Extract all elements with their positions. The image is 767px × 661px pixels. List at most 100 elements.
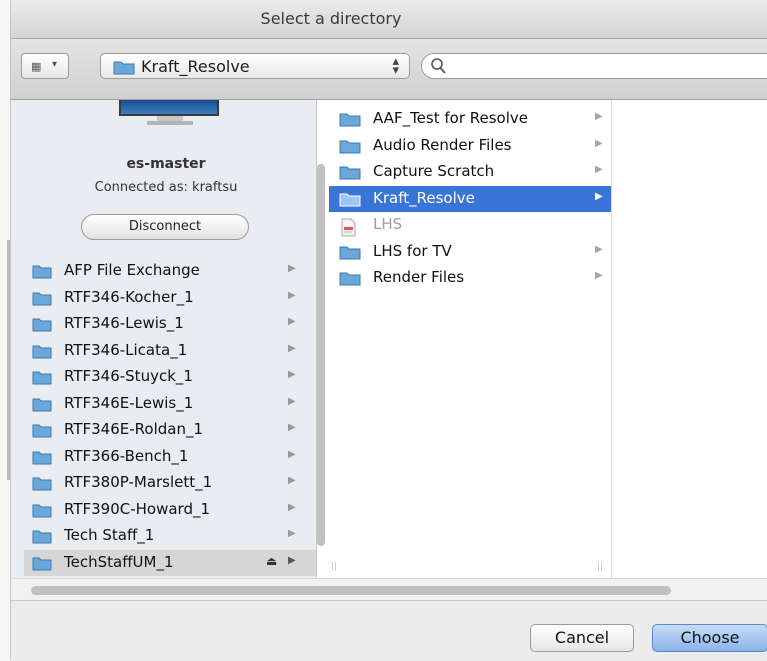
disclosure-arrow-icon: ▶ [288,448,296,460]
horizontal-scrollbar[interactable] [11,578,767,601]
list-item[interactable]: AAF_Test for Resolve ▶ [329,106,611,133]
list-item-label: AAF_Test for Resolve [373,109,529,127]
file-browser: es-master Connected as: kraftsu Disconne… [11,100,767,601]
list-item-label: LHS [373,215,403,233]
title-bar[interactable]: Select a directory [11,0,767,39]
choose-button[interactable]: Choose [652,624,767,652]
list-item[interactable]: Render Files ▶ [329,265,611,292]
up-down-arrows-icon: ▴ ▾ [392,54,399,78]
dialog-title: Select a directory [260,9,402,28]
list-item[interactable]: RTF346E-Roldan_1 ▶ [24,417,316,444]
shared-folder-icon [32,476,52,495]
list-item-label: RTF346-Kocher_1 [64,287,194,306]
disclosure-arrow-icon: ▶ [595,190,603,202]
folder-icon [339,112,361,131]
disclosure-arrow-icon: ▶ [595,111,603,122]
list-item: LHS [329,212,611,239]
disclosure-arrow-icon: ▶ [288,342,296,354]
disclosure-arrow-icon: ▶ [595,164,603,175]
select-directory-dialog: Select a directory ▦ ▾ Kraft_Resolve ▴ ▾ … [10,0,767,661]
list-item-label: RTF346-Licata_1 [64,340,188,359]
disconnect-button[interactable]: Disconnect [81,214,249,240]
path-popup-button[interactable]: Kraft_Resolve ▴ ▾ [100,53,410,79]
list-item[interactable]: RTF380P-Marslett_1 ▶ [24,470,316,497]
cancel-button[interactable]: Cancel [530,624,634,652]
disclosure-arrow-icon: ▶ [595,137,603,149]
horizontal-scroll-thumb[interactable] [31,586,671,595]
list-item-label: Capture Scratch [373,162,495,180]
folder-column: AAF_Test for Resolve ▶ Audio Render File… [329,100,612,578]
list-item[interactable]: AFP File Exchange ▶ [24,258,316,285]
server-name: es-master [126,156,206,172]
shared-folder-icon [32,529,52,548]
server-monitor-icon [119,100,219,126]
path-popup-label: Kraft_Resolve [141,57,250,76]
list-item-label: RTF346E-Lewis_1 [64,393,194,412]
disclosure-arrow-icon: ▶ [288,263,296,274]
chevron-down-icon: ▾ [52,59,58,70]
column-resize-handle[interactable]: || [331,562,337,572]
list-item-label: RTF346E-Roldan_1 [64,420,203,438]
shared-folder-icon [32,317,52,336]
button-bar: Cancel Choose [11,600,767,661]
list-item[interactable]: LHS for TV ▶ [329,239,611,266]
list-item-label: Tech Staff_1 [64,526,155,544]
folder-list: AAF_Test for Resolve ▶ Audio Render File… [329,106,611,292]
list-item-label: RTF346-Stuyck_1 [64,367,193,385]
disclosure-arrow-icon: ▶ [288,395,296,407]
grid-view-icon: ▦ [31,60,42,73]
list-item-label: AFP File Exchange [64,261,200,279]
folder-icon [339,165,361,184]
list-item[interactable]: Audio Render Files ▶ [329,133,611,160]
list-item-selected[interactable]: TechStaffUM_1 ⏏ ▶ [24,549,316,576]
sidebar-scrollbar[interactable] [317,164,325,546]
disclosure-arrow-icon: ▶ [288,422,296,433]
disclosure-arrow-icon: ▶ [288,289,296,301]
list-item-label: TechStaffUM_1 [64,552,174,571]
shared-folder-icon [32,450,52,469]
list-item[interactable]: RTF346-Stuyck_1 ▶ [24,364,316,391]
list-item-selected[interactable]: Kraft_Resolve ▶ [329,185,611,212]
list-item-label: Audio Render Files [373,135,512,154]
background-strip [0,0,10,660]
disclosure-arrow-icon: ▶ [288,554,296,566]
shared-folder-icon [32,291,52,310]
toolbar: ▦ ▾ Kraft_Resolve ▴ ▾ [11,39,767,100]
list-item[interactable]: RTF346-Kocher_1 ▶ [24,285,316,312]
list-item[interactable]: RTF366-Bench_1 ▶ [24,444,316,471]
shared-folder-icon [32,344,52,363]
shared-folder-icon [32,556,52,575]
disclosure-arrow-icon: ▶ [288,501,296,513]
shared-folder-icon [32,503,52,522]
list-item[interactable]: Capture Scratch ▶ [329,159,611,186]
list-item[interactable]: RTF390C-Howard_1 ▶ [24,497,316,524]
disclosure-arrow-icon: ▶ [595,243,603,255]
disclosure-arrow-icon: ▶ [288,316,296,327]
list-item-label: Kraft_Resolve [373,188,475,207]
disclosure-arrow-icon: ▶ [288,475,296,486]
search-icon [430,56,448,80]
eject-icon[interactable]: ⏏ [266,554,277,568]
disclosure-arrow-icon: ▶ [288,528,296,539]
disclosure-arrow-icon: ▶ [595,270,603,281]
list-item[interactable]: Tech Staff_1 ▶ [24,523,316,550]
view-mode-button[interactable]: ▦ ▾ [21,53,69,79]
folder-icon [113,59,135,79]
sidebar: es-master Connected as: kraftsu Disconne… [11,100,317,578]
shared-folder-icon [32,264,52,283]
volume-list: AFP File Exchange ▶ RTF346-Kocher_1 ▶ RT… [24,258,316,576]
search-field[interactable] [421,53,767,79]
list-item[interactable]: RTF346-Licata_1 ▶ [24,338,316,365]
shared-folder-icon [32,397,52,416]
column-resize-handle[interactable]: || [597,562,603,572]
folder-icon [339,245,361,264]
list-item-label: Render Files [373,268,465,286]
list-item[interactable]: RTF346E-Lewis_1 ▶ [24,391,316,418]
list-item[interactable]: RTF346-Lewis_1 ▶ [24,311,316,338]
list-item-label: RTF390C-Howard_1 [64,499,211,518]
connected-as-text: Connected as: kraftsu [94,180,238,195]
list-item-label: RTF380P-Marslett_1 [64,473,213,491]
disclosure-arrow-icon: ▶ [288,369,296,380]
list-item-label: RTF346-Lewis_1 [64,314,184,332]
folder-icon [339,192,361,211]
